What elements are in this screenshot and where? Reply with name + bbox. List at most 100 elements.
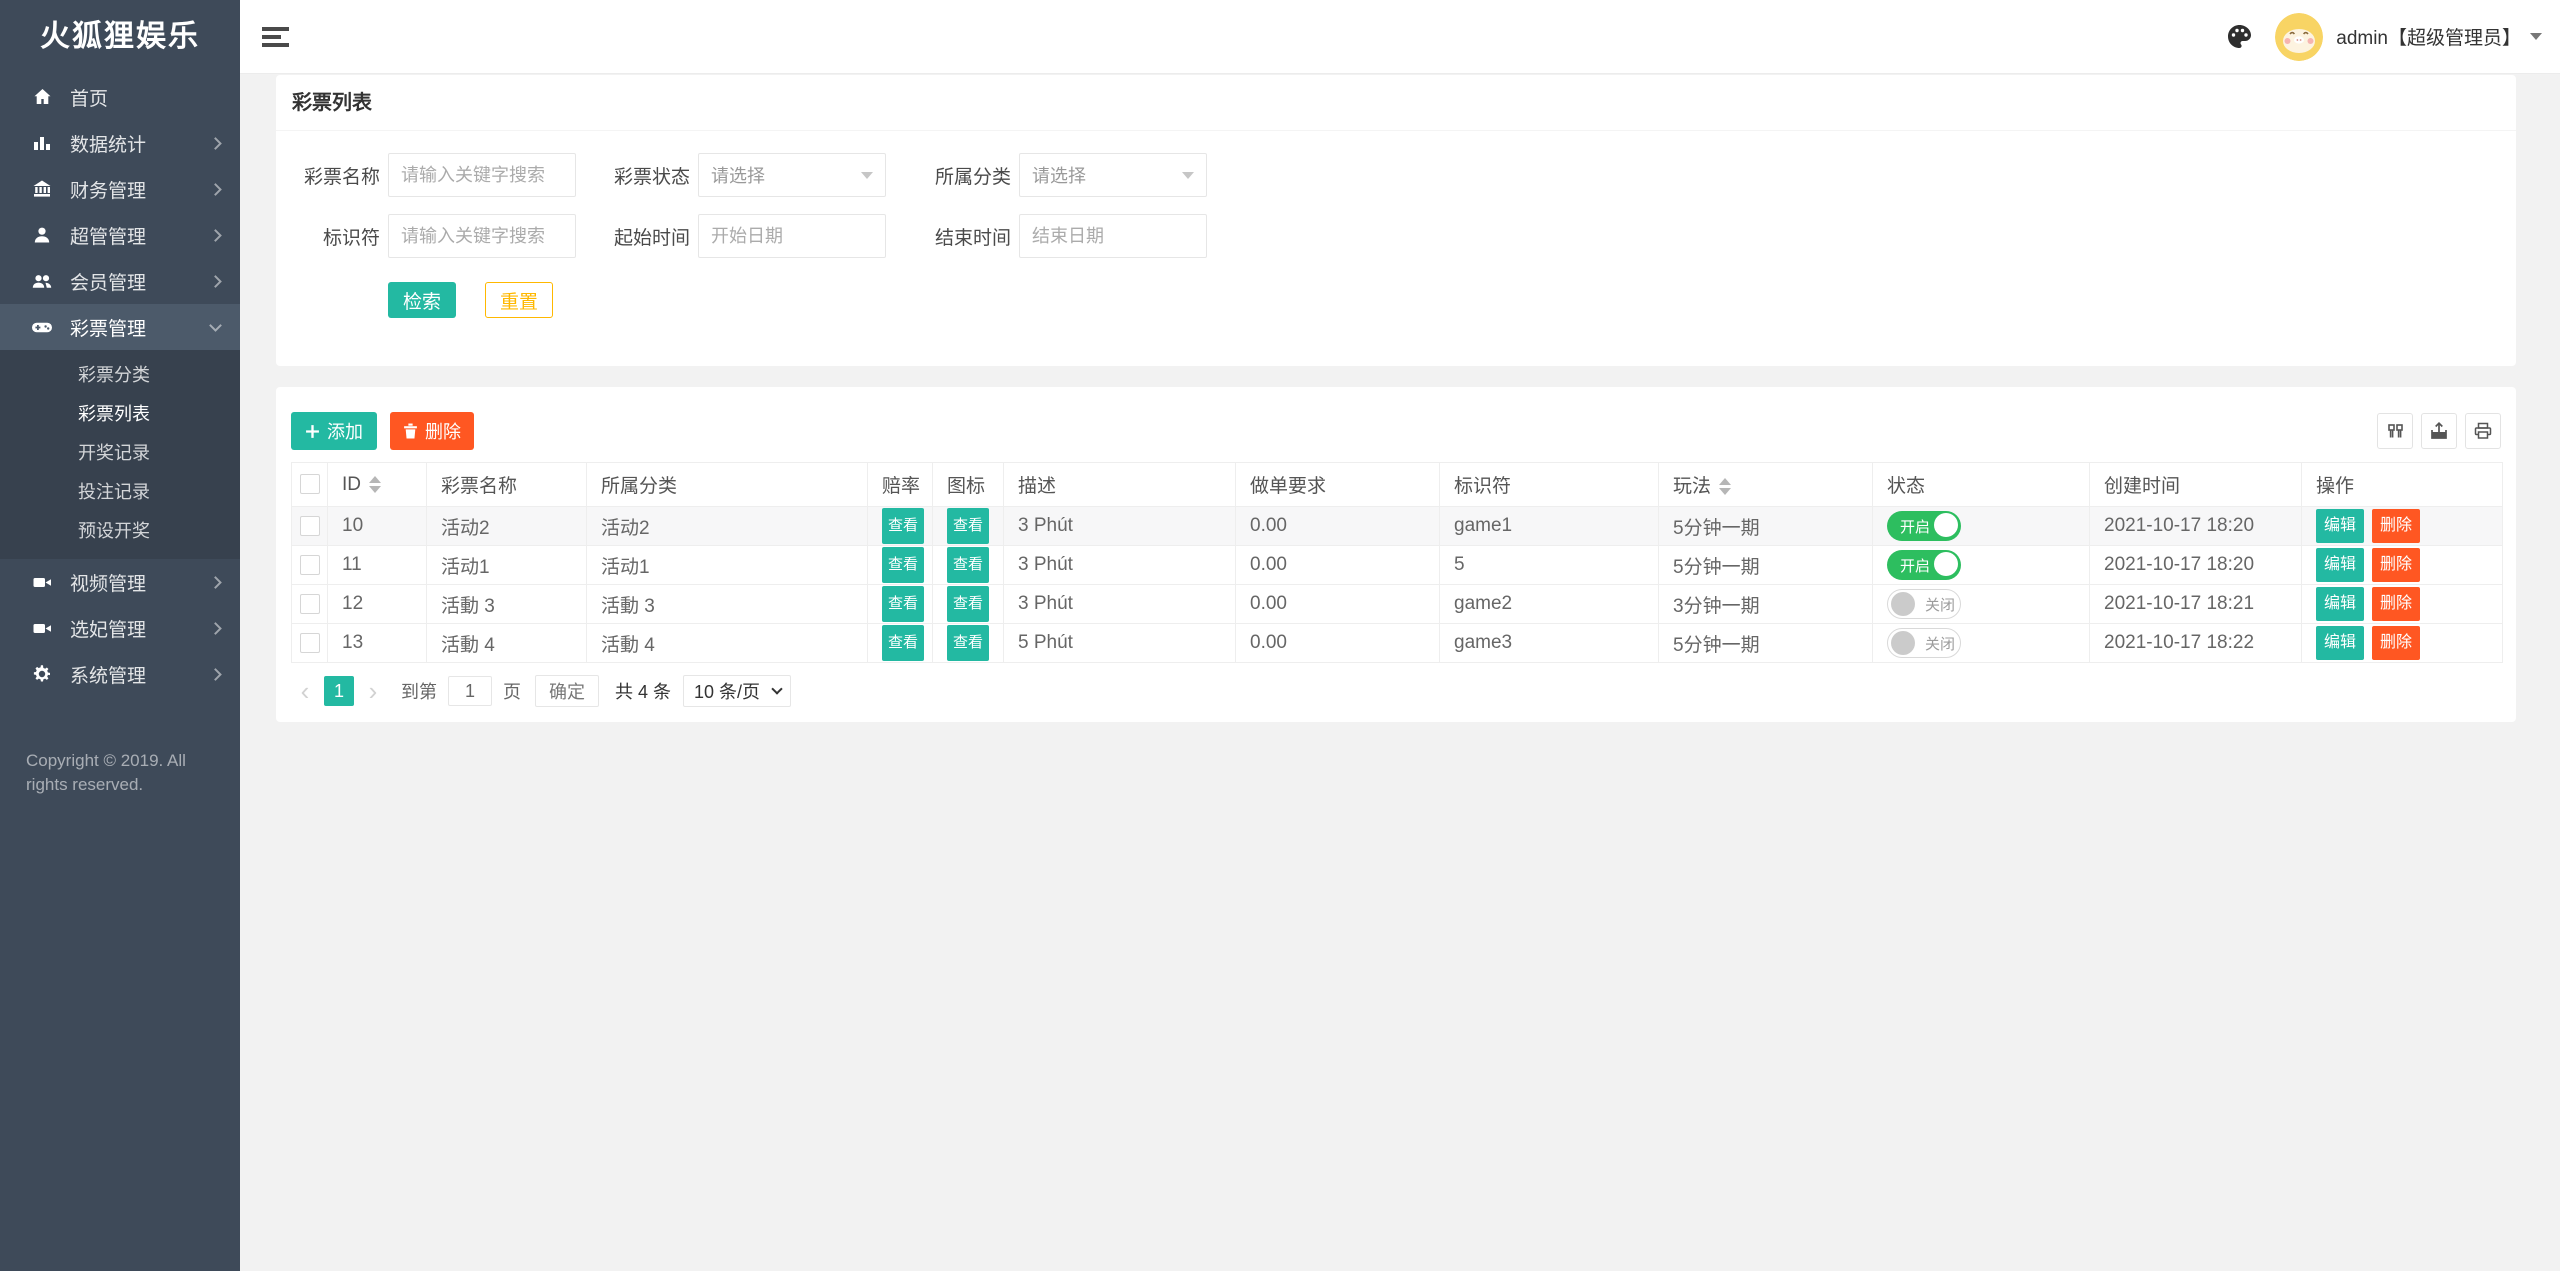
chevron-down-icon <box>771 683 783 695</box>
col-status: 状态 <box>1872 462 2090 507</box>
row-checkbox[interactable] <box>299 554 320 575</box>
hamburger-bar <box>262 26 289 31</box>
view-icon-button[interactable]: 查看 <box>947 586 989 622</box>
view-icon-button[interactable]: 查看 <box>947 508 989 544</box>
cell-name: 活动1 <box>426 545 587 585</box>
goto-page-input[interactable] <box>448 676 492 706</box>
lottery-name-label: 彩票名称 <box>303 166 380 188</box>
table-row: 10 活动2 活动2 查看 查看 3 Phút 0.00 game1 5分钟一期… <box>291 506 2503 546</box>
lottery-status-select[interactable]: 请选择 <box>698 153 886 197</box>
sidebar-item-superadmin[interactable]: 超管管理 <box>0 212 240 258</box>
select-value: 请选择 <box>711 166 765 186</box>
lottery-submenu: 彩票分类 彩票列表 开奖记录 投注记录 预设开奖 <box>0 350 240 559</box>
row-checkbox[interactable] <box>299 515 320 536</box>
row-checkbox[interactable] <box>299 632 320 653</box>
table-card: 添加 删除 ID 彩票名称 所属分类 赔率 图标 描述 做单要求 标识符 玩法 … <box>276 387 2516 722</box>
goto-confirm-button[interactable]: 确定 <box>535 675 599 707</box>
cell-identifier: game3 <box>1439 623 1659 663</box>
avatar[interactable] <box>2275 12 2324 61</box>
sidebar-subitem-draw-records[interactable]: 开奖记录 <box>0 434 240 473</box>
row-delete-button[interactable]: 删除 <box>2372 548 2421 582</box>
status-toggle[interactable]: 关闭 <box>1887 589 1961 619</box>
edit-button[interactable]: 编辑 <box>2316 548 2365 582</box>
col-id[interactable]: ID <box>327 462 427 507</box>
status-toggle[interactable]: 关闭 <box>1887 628 1961 658</box>
sidebar-item-members[interactable]: 会员管理 <box>0 258 240 304</box>
goto-suffix: 页 <box>503 682 521 702</box>
category-select[interactable]: 请选择 <box>1019 153 1207 197</box>
hamburger-bar <box>262 42 289 47</box>
next-page-button[interactable]: › <box>359 676 387 706</box>
status-toggle[interactable]: 开启 <box>1887 550 1961 580</box>
view-odds-button[interactable]: 查看 <box>882 547 924 583</box>
edit-button[interactable]: 编辑 <box>2316 626 2365 660</box>
sidebar-item-lottery[interactable]: 彩票管理 <box>0 304 240 350</box>
lottery-name-input[interactable] <box>388 153 576 197</box>
edit-button[interactable]: 编辑 <box>2316 509 2365 543</box>
view-icon-button[interactable]: 查看 <box>947 547 989 583</box>
sidebar-item-label: 首页 <box>70 88 109 110</box>
cell-category: 活動 4 <box>586 623 868 663</box>
edit-button[interactable]: 编辑 <box>2316 587 2365 621</box>
cell-name: 活動 4 <box>426 623 587 663</box>
caret-down-icon <box>861 171 873 179</box>
prev-page-button[interactable]: ‹ <box>291 676 319 706</box>
sort-icon[interactable] <box>369 475 381 493</box>
chevron-right-icon <box>209 667 222 681</box>
copyright-text: Copyright © 2019. All rights reserved. <box>26 751 186 794</box>
sidebar-item-video[interactable]: 视频管理 <box>0 559 240 605</box>
view-icon-button[interactable]: 查看 <box>947 625 989 661</box>
sidebar-subitem-bet-records[interactable]: 投注记录 <box>0 473 240 512</box>
filter-columns-button[interactable] <box>2377 413 2413 449</box>
cell-desc: 3 Phút <box>1003 584 1236 624</box>
page-number-button[interactable]: 1 <box>324 676 354 706</box>
search-button[interactable]: 检索 <box>388 282 457 318</box>
row-delete-button[interactable]: 删除 <box>2372 509 2421 543</box>
toggle-knob <box>1934 552 1958 576</box>
chevron-right-icon <box>209 136 222 150</box>
sidebar-item-finance[interactable]: 财务管理 <box>0 166 240 212</box>
cell-identifier: 5 <box>1439 545 1659 585</box>
chevron-right-icon <box>209 621 222 635</box>
status-toggle[interactable]: 开启 <box>1887 511 1961 541</box>
sidebar-item-concubine[interactable]: 选妃管理 <box>0 605 240 651</box>
sidebar-subitem-lottery-category[interactable]: 彩票分类 <box>0 356 240 395</box>
view-odds-button[interactable]: 查看 <box>882 508 924 544</box>
cell-created: 2021-10-17 18:22 <box>2089 623 2302 663</box>
theme-palette-icon[interactable] <box>2226 23 2253 50</box>
select-all-checkbox[interactable] <box>299 474 320 495</box>
menu-toggle-icon[interactable] <box>262 26 289 47</box>
col-play[interactable]: 玩法 <box>1658 462 1873 507</box>
sidebar-item-system[interactable]: 系统管理 <box>0 651 240 697</box>
col-icon: 图标 <box>932 462 1004 507</box>
reset-button[interactable]: 重置 <box>485 282 554 318</box>
cell-created: 2021-10-17 18:20 <box>2089 506 2302 546</box>
sidebar-subitem-lottery-list[interactable]: 彩票列表 <box>0 395 240 434</box>
sidebar-subitem-preset-draw[interactable]: 预设开奖 <box>0 512 240 551</box>
page-size-select[interactable]: 10 条/页 <box>683 675 792 707</box>
delete-button[interactable]: 删除 <box>390 412 474 450</box>
row-checkbox[interactable] <box>299 593 320 614</box>
end-date-input[interactable] <box>1019 214 1207 258</box>
row-delete-button[interactable]: 删除 <box>2372 626 2421 660</box>
sidebar-item-label: 彩票管理 <box>70 318 147 340</box>
cell-requirement: 0.00 <box>1235 623 1440 663</box>
start-date-input[interactable] <box>698 214 886 258</box>
print-button[interactable] <box>2465 413 2501 449</box>
row-delete-button[interactable]: 删除 <box>2372 587 2421 621</box>
search-form: 彩票名称 彩票状态 请选择 所属分类 请选择 标识符 起始时间 结束时间 <box>276 131 2516 366</box>
cell-play: 3分钟一期 <box>1658 584 1873 624</box>
users-icon <box>30 271 54 291</box>
video-camera-icon <box>30 618 54 638</box>
sidebar-item-stats[interactable]: 数据统计 <box>0 120 240 166</box>
user-menu[interactable]: admin【超级管理员】 <box>2336 23 2542 50</box>
view-odds-button[interactable]: 查看 <box>882 586 924 622</box>
sidebar-item-home[interactable]: 首页 <box>0 74 240 120</box>
sort-icon[interactable] <box>1719 478 1732 496</box>
add-button[interactable]: 添加 <box>291 412 377 450</box>
cell-created: 2021-10-17 18:20 <box>2089 545 2302 585</box>
view-odds-button[interactable]: 查看 <box>882 625 924 661</box>
identifier-input[interactable] <box>388 214 576 258</box>
export-button[interactable] <box>2421 413 2457 449</box>
home-icon <box>30 87 54 107</box>
